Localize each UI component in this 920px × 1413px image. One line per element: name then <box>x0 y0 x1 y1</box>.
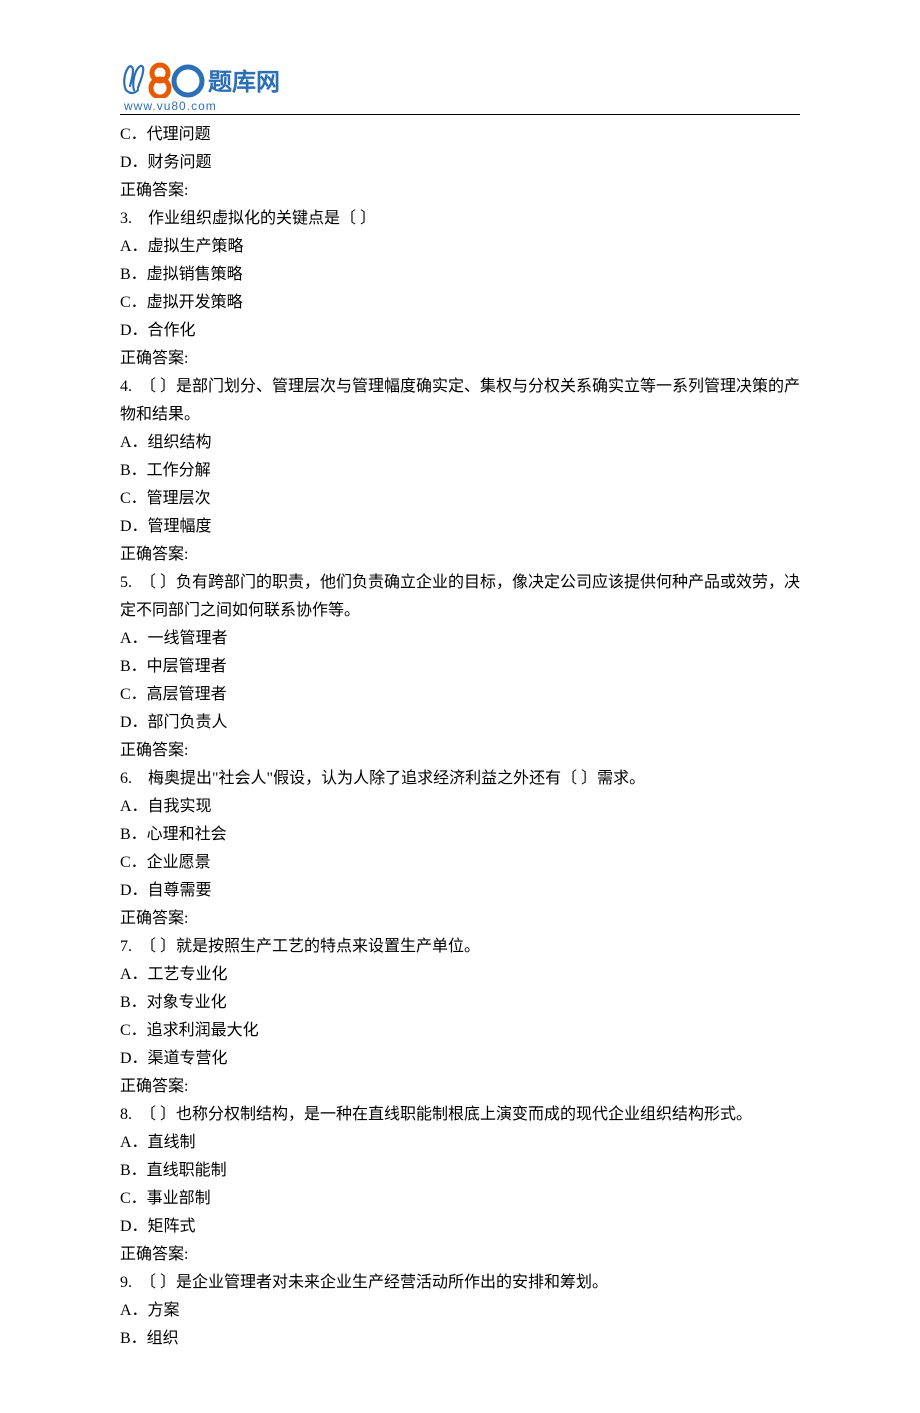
question-stem: 5. 〔 〕负有跨部门的职责，他们负责确立企业的目标，像决定公司应该提供何种产品… <box>120 569 800 625</box>
option-c: C．事业部制 <box>120 1185 800 1213</box>
logo-svg: 题库网 <box>120 60 300 98</box>
option-b: B．对象专业化 <box>120 989 800 1017</box>
question-number: 8. <box>120 1106 132 1123</box>
question-number: 3. <box>120 210 132 227</box>
option-d: D．自尊需要 <box>120 877 800 905</box>
option-d: D．财务问题 <box>120 149 800 177</box>
svg-text:题库网: 题库网 <box>208 69 280 96</box>
option-c: C．高层管理者 <box>120 681 800 709</box>
option-b: B．工作分解 <box>120 457 800 485</box>
option-a: A．方案 <box>120 1297 800 1325</box>
question-stem: 8. 〔 〕也称分权制结构，是一种在直线职能制根底上演变而成的现代企业组织结构形… <box>120 1101 800 1129</box>
question-stem: 4. 〔 〕是部门划分、管理层次与管理幅度确实定、集权与分权关系确实立等一系列管… <box>120 373 800 429</box>
answer-label: 正确答案: <box>120 1073 800 1101</box>
option-a: A．组织结构 <box>120 429 800 457</box>
answer-label: 正确答案: <box>120 737 800 765</box>
answer-label: 正确答案: <box>120 1241 800 1269</box>
question-text: 〔 〕是企业管理者对未来企业生产经营活动所作出的安排和筹划。 <box>132 1274 608 1291</box>
logo-url: www.vu80.com <box>124 96 800 117</box>
question-stem: 7. 〔 〕就是按照生产工艺的特点来设置生产单位。 <box>120 933 800 961</box>
question-text: 〔 〕是部门划分、管理层次与管理幅度确实定、集权与分权关系确实立等一系列管理决策… <box>120 378 800 423</box>
question-number: 7. <box>120 938 132 955</box>
option-d: D．渠道专营化 <box>120 1045 800 1073</box>
question-stem: 9. 〔 〕是企业管理者对未来企业生产经营活动所作出的安排和筹划。 <box>120 1269 800 1297</box>
option-a: A．自我实现 <box>120 793 800 821</box>
site-logo: 题库网 www.vu80.com <box>120 60 800 110</box>
option-a: A．工艺专业化 <box>120 961 800 989</box>
option-b: B．组织 <box>120 1325 800 1353</box>
question-stem: 6. 梅奥提出"社会人"假设，认为人除了追求经济利益之外还有〔 〕需求。 <box>120 765 800 793</box>
answer-label: 正确答案: <box>120 541 800 569</box>
option-d: D．部门负责人 <box>120 709 800 737</box>
option-c: C．企业愿景 <box>120 849 800 877</box>
question-number: 6. <box>120 770 132 787</box>
option-a: A．直线制 <box>120 1129 800 1157</box>
option-c: C．代理问题 <box>120 121 800 149</box>
url-part: vu80 <box>157 99 187 113</box>
answer-label: 正确答案: <box>120 905 800 933</box>
question-number: 9. <box>120 1274 132 1291</box>
url-part: com <box>191 99 217 113</box>
question-text: 梅奥提出"社会人"假设，认为人除了追求经济利益之外还有〔 〕需求。 <box>132 770 645 787</box>
option-c: C．虚拟开发策略 <box>120 289 800 317</box>
option-b: B．虚拟销售策略 <box>120 261 800 289</box>
question-text: 〔 〕负有跨部门的职责，他们负责确立企业的目标，像决定公司应该提供何种产品或效劳… <box>120 574 800 619</box>
question-text: 作业组织虚拟化的关键点是〔 〕 <box>132 210 376 227</box>
option-c: C．管理层次 <box>120 485 800 513</box>
answer-label: 正确答案: <box>120 345 800 373</box>
option-a: A．一线管理者 <box>120 625 800 653</box>
option-b: B．心理和社会 <box>120 821 800 849</box>
option-d: D．合作化 <box>120 317 800 345</box>
answer-label: 正确答案: <box>120 177 800 205</box>
page: 题库网 www.vu80.com C．代理问题 D．财务问题 正确答案: 3. … <box>0 0 920 1413</box>
url-part: www <box>124 99 152 113</box>
option-d: D．矩阵式 <box>120 1213 800 1241</box>
content: C．代理问题 D．财务问题 正确答案: 3. 作业组织虚拟化的关键点是〔 〕 A… <box>120 121 800 1353</box>
option-d: D．管理幅度 <box>120 513 800 541</box>
question-number: 4. <box>120 378 132 395</box>
option-b: B．直线职能制 <box>120 1157 800 1185</box>
question-text: 〔 〕也称分权制结构，是一种在直线职能制根底上演变而成的现代企业组织结构形式。 <box>132 1106 752 1123</box>
option-a: A．虚拟生产策略 <box>120 233 800 261</box>
question-text: 〔 〕就是按照生产工艺的特点来设置生产单位。 <box>132 938 480 955</box>
option-b: B．中层管理者 <box>120 653 800 681</box>
option-c: C．追求利润最大化 <box>120 1017 800 1045</box>
question-number: 5. <box>120 574 132 591</box>
question-stem: 3. 作业组织虚拟化的关键点是〔 〕 <box>120 205 800 233</box>
